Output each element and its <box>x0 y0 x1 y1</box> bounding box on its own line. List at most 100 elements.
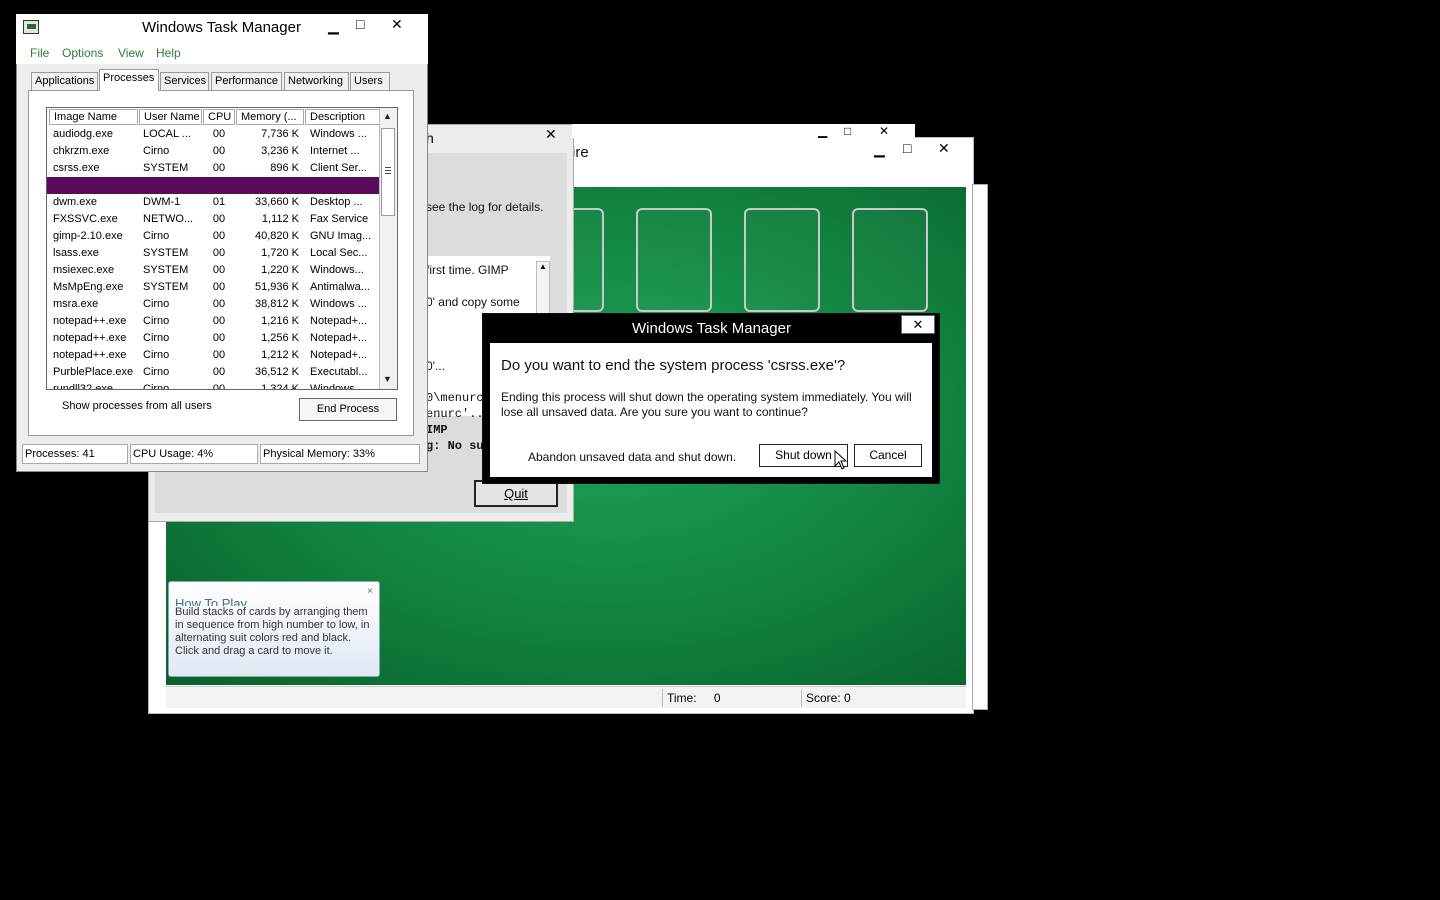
processes-count: Processes: 41 <box>22 444 128 464</box>
cell-memory: 33,660 K <box>254 196 299 208</box>
error-text-line: first time. GIMP <box>426 263 509 277</box>
tab-performance[interactable]: Performance <box>211 72 282 90</box>
scroll-up-icon[interactable]: ▲ <box>539 262 547 271</box>
cell-cpu: 00 <box>212 383 226 390</box>
cell-user-name: Cirno <box>143 315 170 327</box>
cell-image-name: msiexec.exe <box>53 264 115 276</box>
cell-user-name: Cirno <box>143 366 170 378</box>
cell-description: Windows ... <box>310 298 367 310</box>
table-row[interactable]: csrss.exe SYSTEM 00 896 K Client Ser... <box>47 160 380 177</box>
cell-cpu: 00 <box>212 145 226 157</box>
close-icon[interactable]: ✕ <box>545 126 557 143</box>
minimize-icon[interactable]: ▁ <box>874 141 885 158</box>
cell-cpu: 00 <box>212 298 226 310</box>
cell-image-name: chkrzm.exe <box>53 145 110 157</box>
tab-networking[interactable]: Networking <box>284 72 349 90</box>
tab-processes[interactable]: Processes <box>99 69 159 91</box>
end-process-button[interactable]: End Process <box>299 398 397 421</box>
column-user-name[interactable]: User Name <box>139 109 202 125</box>
column-image-name[interactable]: Image Name <box>49 109 138 125</box>
cell-memory: 40,820 K <box>254 230 299 242</box>
minimize-icon[interactable]: ▁ <box>328 18 339 35</box>
maximize-icon[interactable]: □ <box>356 16 364 32</box>
table-row[interactable]: PurblePlace.exe Cirno 00 36,512 K Executabl.… <box>47 364 380 381</box>
cell-cpu: 00 <box>212 366 226 378</box>
time-value: 0 <box>713 691 721 705</box>
cell-user-name: SYSTEM <box>143 264 189 276</box>
cell-image-name: notepad++.exe <box>53 349 127 361</box>
cell-user-name: DWM-1 <box>143 196 181 208</box>
foundation-slot-1[interactable] <box>636 208 712 312</box>
scroll-down-icon[interactable]: ▼ <box>383 374 392 384</box>
dialog-question: Do you want to end the system process 'c… <box>501 357 846 374</box>
error-log-scrollbar[interactable]: ▲ <box>536 261 550 321</box>
scroll-up-icon[interactable]: ▲ <box>383 111 392 121</box>
cell-memory: 1,216 K <box>261 315 299 327</box>
close-icon[interactable]: ✕ <box>938 140 950 157</box>
abandon-data-checkbox[interactable]: Abandon unsaved data and shut down. <box>528 450 736 464</box>
menu-help[interactable]: Help <box>156 46 181 60</box>
tab-users[interactable]: Users <box>350 72 390 90</box>
task-manager-status-bar: Processes: 41 CPU Usage: 4% Physical Mem… <box>22 444 420 466</box>
foundation-slot-3[interactable] <box>852 208 928 312</box>
column-cpu[interactable]: CPU <box>203 109 235 125</box>
back-window-titlebar <box>572 124 915 138</box>
cell-memory: 38,812 K <box>254 298 299 310</box>
table-row[interactable]: msra.exe Cirno 00 38,812 K Windows ... <box>47 296 380 313</box>
process-list[interactable]: Image Name User Name CPU Memory (... Des… <box>46 107 398 390</box>
how-to-play-tip: How To Play × Build stacks of cards by a… <box>168 581 380 677</box>
table-row[interactable]: notepad++.exe Cirno 00 1,256 K Notepad+... <box>47 330 380 347</box>
scrollbar-thumb[interactable] <box>381 128 395 216</box>
cell-memory: 1,220 K <box>261 264 299 276</box>
cell-image-name: msra.exe <box>53 298 99 310</box>
cell-user-name: LOCAL ... <box>143 128 191 140</box>
close-icon[interactable]: ✕ <box>391 16 403 33</box>
error-text-line: IMP <box>426 423 448 437</box>
error-text-line: see the log for details. <box>426 200 544 214</box>
cell-user-name: Cirno <box>143 332 170 344</box>
show-all-processes-checkbox[interactable]: Show processes from all users <box>62 400 212 412</box>
column-description[interactable]: Description <box>305 109 380 125</box>
table-row[interactable]: notepad++.exe Cirno 00 1,216 K Notepad+... <box>47 313 380 330</box>
table-row-selected[interactable]: csrss.exe SYSTEM 00 1,040 K Client Ser... <box>47 177 380 194</box>
cell-image-name: FXSSVC.exe <box>53 213 118 225</box>
column-memory[interactable]: Memory (... <box>236 109 304 125</box>
cell-description: Client Ser... <box>310 162 367 174</box>
dialog-close-icon[interactable]: ✕ <box>901 315 935 334</box>
cell-image-name: dwm.exe <box>53 196 98 208</box>
cell-user-name: NETWO... <box>143 213 194 225</box>
quit-button[interactable]: Quit <box>474 480 558 507</box>
cell-description: Windows... <box>310 264 364 276</box>
tableau-slot[interactable] <box>574 208 604 312</box>
cell-description: Client Ser... <box>310 179 367 191</box>
table-row[interactable]: lsass.exe SYSTEM 00 1,720 K Local Sec... <box>47 245 380 262</box>
menu-view[interactable]: View <box>118 46 144 60</box>
foundation-slot-2[interactable] <box>744 208 820 312</box>
table-row[interactable]: MsMpEng.exe SYSTEM 00 51,936 K Antimalwa... <box>47 279 380 296</box>
maximize-icon[interactable]: □ <box>844 124 851 138</box>
cancel-button[interactable]: Cancel <box>854 444 922 467</box>
score-field: Score: 0 <box>801 689 966 707</box>
cell-cpu: 00 <box>212 230 226 242</box>
menu-file[interactable]: File <box>30 46 49 60</box>
tab-applications[interactable]: Applications <box>31 72 98 90</box>
table-row[interactable]: rundll32.exe Cirno 00 1,324 K Windows... <box>47 381 380 390</box>
table-row[interactable]: chkrzm.exe Cirno 00 3,236 K Internet ... <box>47 143 380 160</box>
table-row[interactable]: msiexec.exe SYSTEM 00 1,220 K Windows... <box>47 262 380 279</box>
process-list-scrollbar[interactable]: ▲ ▼ <box>379 108 397 389</box>
tip-close-icon[interactable]: × <box>367 586 373 597</box>
cell-image-name: notepad++.exe <box>53 315 127 327</box>
table-row[interactable]: audiodg.exe LOCAL ... 00 7,736 K Windows ... <box>47 126 380 143</box>
menu-options[interactable]: Options <box>62 46 103 60</box>
maximize-icon[interactable]: □ <box>903 140 911 156</box>
table-row[interactable]: dwm.exe DWM-1 01 33,660 K Desktop ... <box>47 194 380 211</box>
tab-services[interactable]: Services <box>160 72 209 90</box>
table-row[interactable]: FXSSVC.exe NETWO... 00 1,112 K Fax Service <box>47 211 380 228</box>
table-row[interactable]: gimp-2.10.exe Cirno 00 40,820 K GNU Imag... <box>47 228 380 245</box>
cell-user-name: SYSTEM <box>143 281 189 293</box>
cell-cpu: 00 <box>212 264 226 276</box>
minimize-icon[interactable]: ▁ <box>818 124 827 138</box>
table-row[interactable]: notepad++.exe Cirno 00 1,212 K Notepad+... <box>47 347 380 364</box>
cell-memory: 1,040 K <box>261 179 299 191</box>
close-icon[interactable]: ✕ <box>879 124 889 138</box>
